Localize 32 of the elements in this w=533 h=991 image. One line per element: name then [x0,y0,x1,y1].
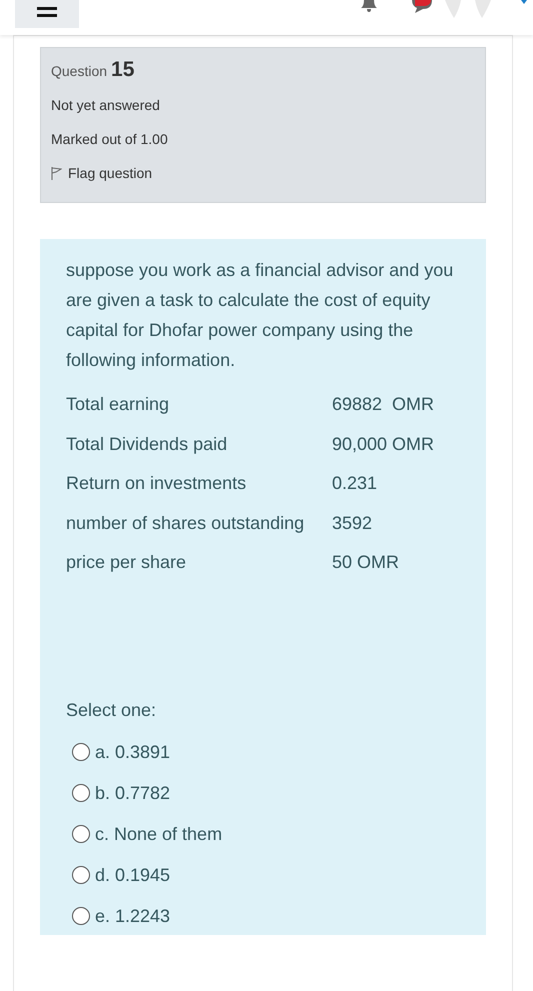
caret-icon[interactable] [521,0,527,4]
data-value: 3592 [332,512,374,535]
radio-button[interactable] [72,825,90,843]
answer-option[interactable]: e. 1.2243 [66,896,456,936]
data-label: Return on investments [66,472,248,496]
answer-option[interactable]: d. 0.1945 [66,854,456,896]
radio-button[interactable] [72,866,90,884]
flag-question-button[interactable]: Flag question [51,156,152,190]
radio-button[interactable] [72,907,90,925]
flag-icon [51,166,62,180]
chat-icon[interactable] [411,0,433,14]
data-label: Total Dividends paid [66,432,228,456]
menu-button[interactable] [15,0,79,28]
data-value: 50 OMR [332,551,400,574]
marks-text: Marked out of 1.00 [51,130,169,149]
answer-option[interactable]: c. None of them [66,814,456,854]
data-label: price per share [66,551,188,574]
answer-option[interactable]: b. 0.7782 [66,772,456,814]
data-value: 90,000 OMR [332,432,436,456]
question-label: Question [51,63,108,79]
bell-icon[interactable] [361,0,377,13]
data-value: 69882 OMR [332,393,436,416]
question-text: suppose you work as a financial advisor and you are given a task to calculate the cost of equity capital for Dhofar power company using the following information. [66,259,454,372]
data-label: number of shares outstanding [66,512,306,535]
question-number: 15 [111,58,134,82]
radio-button[interactable] [72,784,90,802]
answer-option[interactable]: a. 0.3891 [66,732,456,772]
answer-status: Not yet answered [51,96,161,115]
data-label: Total earning [66,393,170,416]
radio-button[interactable] [72,743,90,761]
select-prompt: Select one: [66,700,158,722]
data-value: 0.231 [332,472,378,496]
